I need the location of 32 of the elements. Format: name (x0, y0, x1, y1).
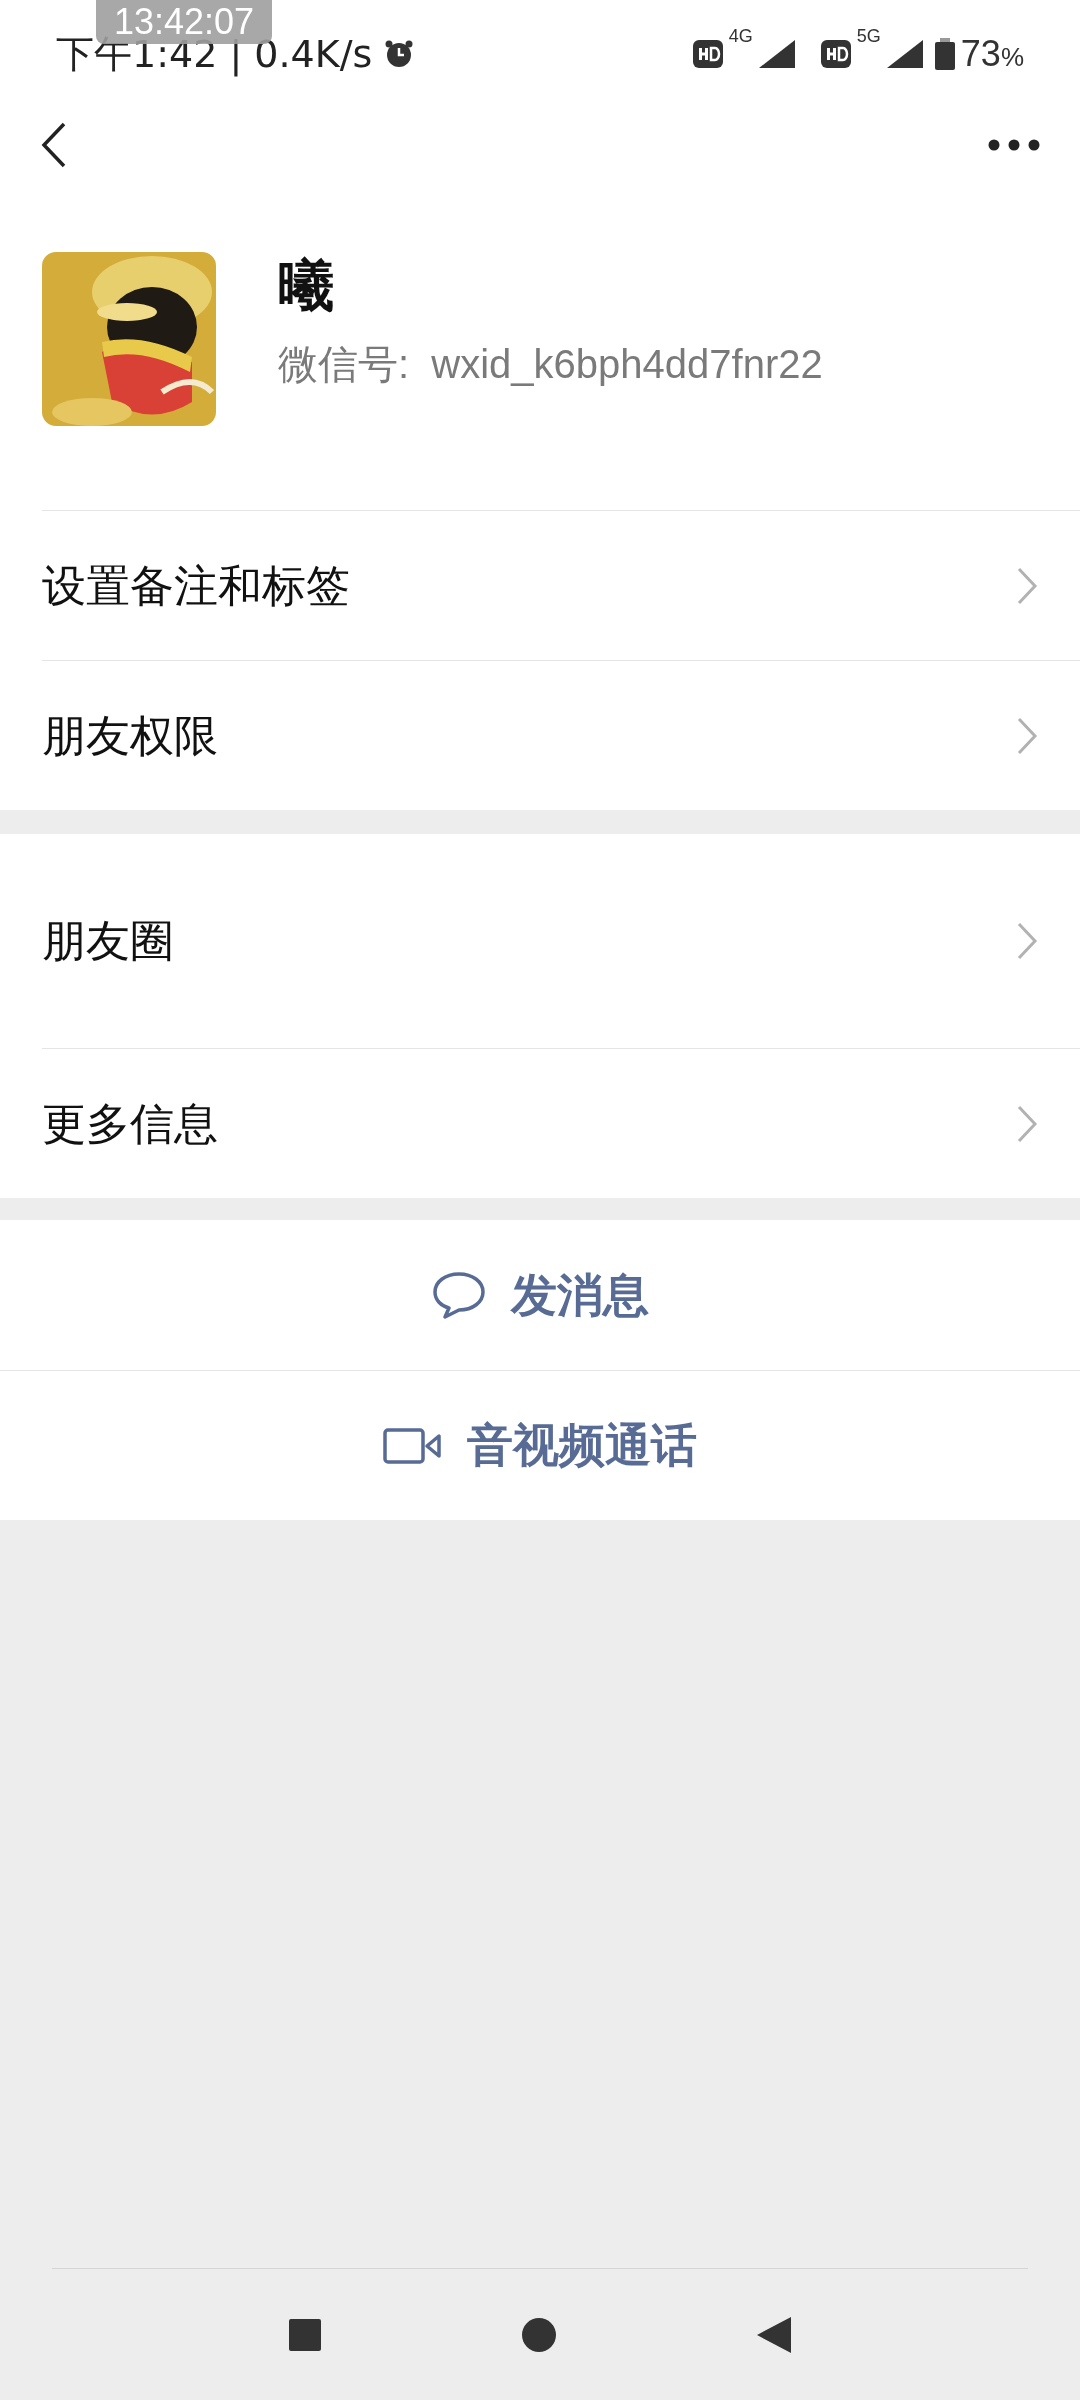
menu-row[interactable]: 更多信息 (42, 1048, 1080, 1198)
row-label: 更多信息 (42, 1097, 218, 1150)
alarm-clock-icon (384, 39, 415, 69)
more-button[interactable] (988, 138, 1040, 152)
chevron-right-icon (1016, 565, 1038, 606)
home-button[interactable] (521, 2316, 557, 2353)
network-label: 5G (856, 25, 881, 48)
hd-icon (692, 40, 723, 68)
battery-icon (934, 38, 955, 70)
chat-bubble-icon (431, 1270, 487, 1320)
contact-name: 曦 (278, 258, 335, 314)
row-label: 朋友圈 (42, 915, 174, 967)
back-button[interactable] (40, 121, 68, 169)
signal-icon (886, 40, 923, 68)
menu-row[interactable]: 设置备注和标签 (42, 510, 1080, 660)
row-label: 朋友权限 (42, 709, 218, 762)
back-nav-button[interactable] (757, 2316, 791, 2353)
action-button[interactable]: 发消息 (0, 1220, 1080, 1370)
chevron-right-icon (1016, 1103, 1038, 1144)
recents-button[interactable] (289, 2318, 321, 2351)
network-label: 4G (728, 25, 753, 48)
chevron-right-icon (1016, 715, 1038, 756)
signal-icon (758, 40, 795, 68)
menu-row[interactable]: 朋友圈 (42, 834, 1080, 1048)
video-camera-icon (383, 1425, 443, 1466)
hd-icon (820, 40, 851, 68)
action-button[interactable]: 音视频通话 (0, 1370, 1080, 1520)
chevron-right-icon (1016, 921, 1038, 961)
menu-row[interactable]: 朋友权限 (42, 660, 1080, 810)
row-label: 设置备注和标签 (42, 559, 350, 612)
battery-percent: 73% (960, 32, 1024, 76)
wechat-id: 微信号: wxid_k6bph4dd7fnr22 (278, 341, 823, 388)
